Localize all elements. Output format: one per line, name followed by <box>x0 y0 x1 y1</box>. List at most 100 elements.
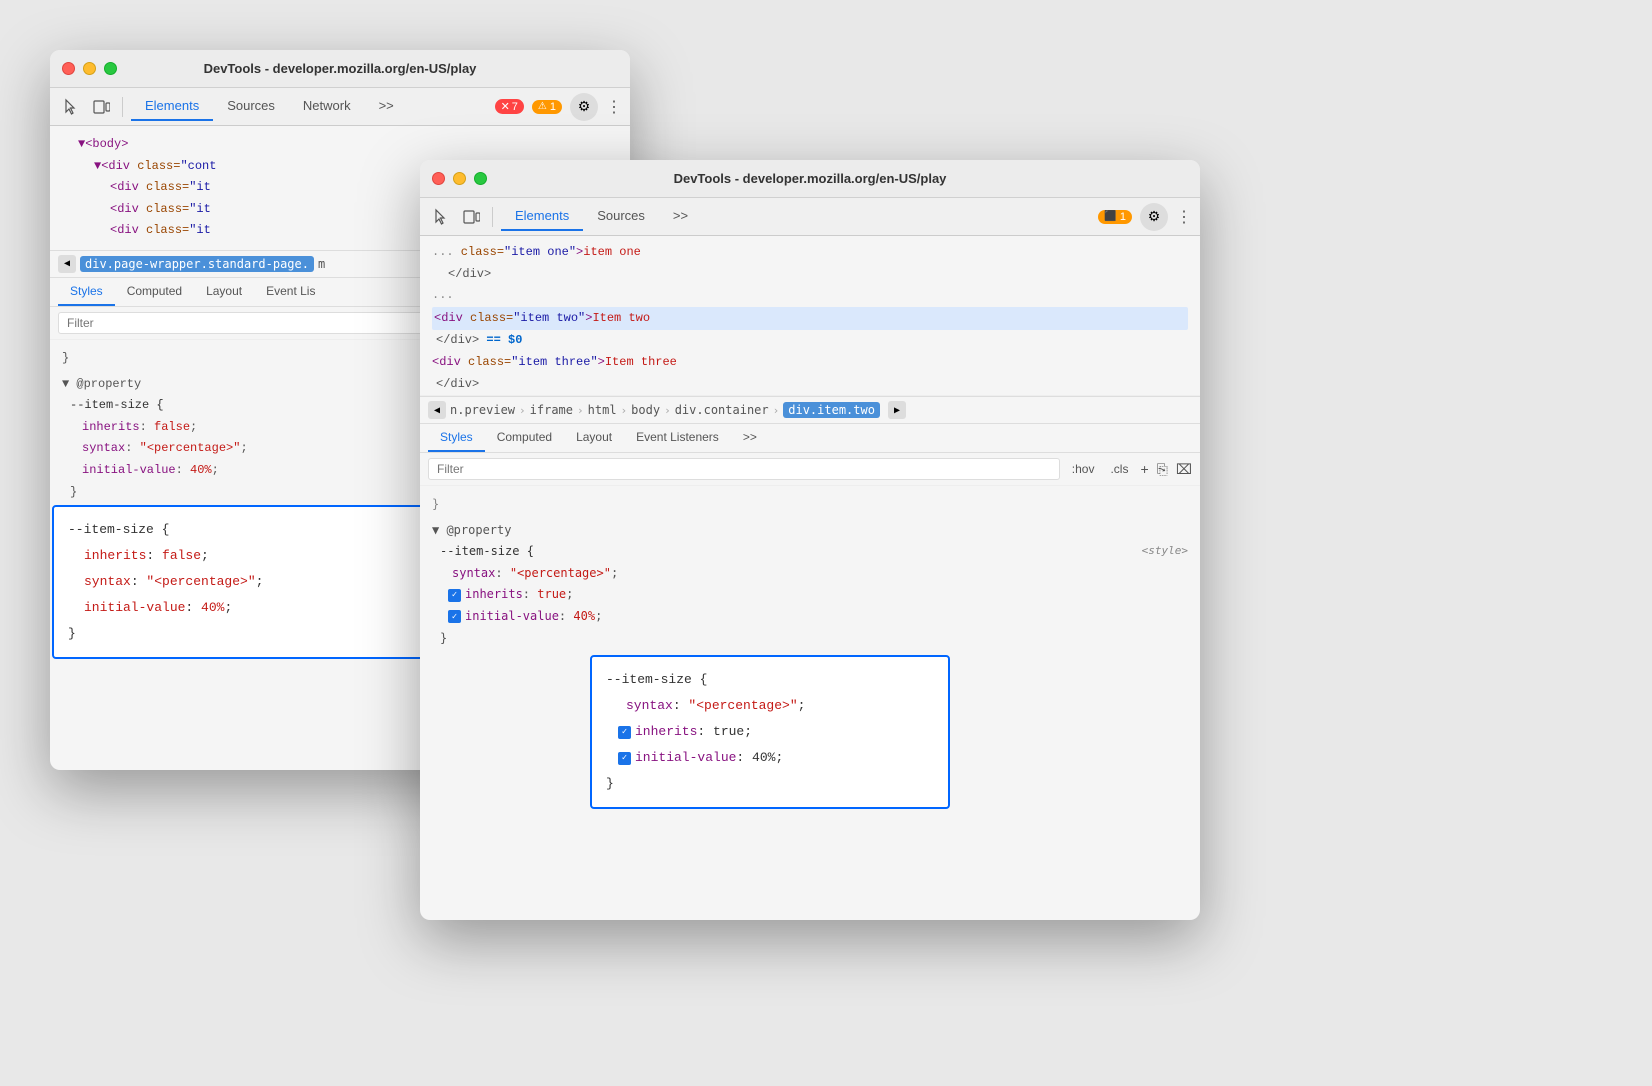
hb-inherits-cb <box>618 726 631 739</box>
add-rule-button[interactable]: + <box>1140 461 1148 477</box>
css-prop-inherits-front: inherits: true; <box>432 584 1188 606</box>
breadcrumb-item-m-back[interactable]: m <box>318 257 325 271</box>
hb-line2-front: syntax: "<percentage>"; <box>606 693 934 719</box>
html-tree-front: ... class="item one">item one </div> ...… <box>420 236 1200 396</box>
maximize-button-back[interactable] <box>104 62 117 75</box>
tab-elements-front[interactable]: Elements <box>501 202 583 231</box>
settings-button-front[interactable]: ⚙ <box>1140 203 1168 231</box>
tab-network-back[interactable]: Network <box>289 92 365 121</box>
breadcrumb-left-arrow-back[interactable]: ◀ <box>58 255 76 273</box>
tree-row-div-item-two[interactable]: <div class="item two">Item two <box>432 307 1188 331</box>
close-button-front[interactable] <box>432 172 445 185</box>
cursor-icon-front[interactable] <box>428 204 454 230</box>
tree-row-div-item-three: <div class="item three">Item three <box>432 352 1188 374</box>
breadcrumb-item-active-back[interactable]: div.page-wrapper.standard-page. <box>80 256 314 272</box>
styles-tab-computed-back[interactable]: Computed <box>115 278 194 306</box>
titlebar-back: DevTools - developer.mozilla.org/en-US/p… <box>50 50 630 88</box>
hov-button[interactable]: :hov <box>1068 460 1099 478</box>
cls-button[interactable]: .cls <box>1106 460 1132 478</box>
device-icon-back[interactable] <box>88 94 114 120</box>
minimize-button-back[interactable] <box>83 62 96 75</box>
styles-tab-layout-back[interactable]: Layout <box>194 278 254 306</box>
tab-sources-back[interactable]: Sources <box>213 92 289 121</box>
toolbar-right-back: ✕ 7 ⚠ 1 ⚙ ⋮ <box>495 93 622 121</box>
styles-tab-eventlis-back[interactable]: Event Lis <box>254 278 327 306</box>
hb-line5-back: } <box>68 621 436 647</box>
styles-tab-more-front[interactable]: >> <box>731 424 769 452</box>
tree-row-close-div3: </div> <box>432 374 1188 396</box>
tree-row-close-div1: </div> <box>432 264 1188 286</box>
css-prop-syntax-front: syntax: "<percentage>"; <box>432 563 1188 585</box>
toggle-button[interactable]: ⌧ <box>1176 461 1192 478</box>
hb-line5-front: } <box>606 771 934 797</box>
minimize-button-front[interactable] <box>453 172 466 185</box>
breadcrumb-right-arrow-front[interactable]: ▶ <box>888 401 906 419</box>
highlight-box-back: --item-size { inherits: false; syntax: "… <box>52 505 452 659</box>
device-icon-front[interactable] <box>458 204 484 230</box>
error-badge-back: ✕ 7 <box>495 99 524 114</box>
tab-elements-back[interactable]: Elements <box>131 92 213 121</box>
hb-line4-front: initial-value: 40%; <box>606 745 934 771</box>
breadcrumb-body[interactable]: body <box>631 403 660 417</box>
breadcrumb-npreview[interactable]: n.preview <box>450 403 515 417</box>
tree-row-close-div2-eq: </div> == $0 <box>432 330 1188 352</box>
warning-badge-front: ⬛ 1 <box>1098 210 1132 224</box>
initial-value-checkbox[interactable] <box>448 610 461 623</box>
hb-line2-back: inherits: false; <box>68 543 436 569</box>
hb-line1-front: --item-size { <box>606 667 934 693</box>
styles-tab-styles-front[interactable]: Styles <box>428 424 485 452</box>
at-property-front: ▼ @property <box>432 520 1188 542</box>
settings-button-back[interactable]: ⚙ <box>570 93 598 121</box>
toolbar-tabs-front: Elements Sources >> <box>501 202 1094 231</box>
traffic-lights-back <box>62 62 117 75</box>
copy-button[interactable]: ⎘ <box>1157 461 1168 478</box>
toolbar-right-front: ⬛ 1 ⚙ ⋮ <box>1098 203 1192 231</box>
devtools-toolbar-back: Elements Sources Network >> ✕ 7 ⚠ 1 ⚙ ⋮ <box>50 88 630 126</box>
styles-tab-styles-back[interactable]: Styles <box>58 278 115 306</box>
separator-1-back <box>122 97 123 117</box>
css-close-front: } <box>432 628 1188 650</box>
tab-more-back[interactable]: >> <box>365 92 408 121</box>
close-button-back[interactable] <box>62 62 75 75</box>
window-title-front: DevTools - developer.mozilla.org/en-US/p… <box>674 171 947 186</box>
traffic-lights-front <box>432 172 487 185</box>
styles-panel-front: Styles Computed Layout Event Listeners >… <box>420 424 1200 661</box>
separator-1-front <box>492 207 493 227</box>
breadcrumb-divcontainer[interactable]: div.container <box>675 403 769 417</box>
css-before-front: } <box>432 494 1188 516</box>
devtools-toolbar-front: Elements Sources >> ⬛ 1 ⚙ ⋮ <box>420 198 1200 236</box>
styles-tab-eventlis-front[interactable]: Event Listeners <box>624 424 731 452</box>
filter-row-front: :hov .cls + ⎘ ⌧ <box>420 453 1200 486</box>
css-selector-front: --item-size { <style> <box>432 541 1188 563</box>
inherits-checkbox[interactable] <box>448 589 461 602</box>
tab-sources-front[interactable]: Sources <box>583 202 659 231</box>
tree-row-body: ▼<body> <box>62 134 618 156</box>
tab-more-front[interactable]: >> <box>659 202 702 231</box>
breadcrumb-front: ◀ n.preview › iframe › html › body › div… <box>420 396 1200 424</box>
filter-input-front[interactable] <box>428 458 1060 480</box>
styles-tabs-front: Styles Computed Layout Event Listeners >… <box>420 424 1200 453</box>
hb-line3-front: inherits: true; <box>606 719 934 745</box>
toolbar-tabs-back: Elements Sources Network >> <box>131 92 491 121</box>
hb-line3-back: syntax: "<percentage>"; <box>68 569 436 595</box>
cursor-icon-back[interactable] <box>58 94 84 120</box>
tree-row-div-item-one: ... class="item one">item one <box>432 242 1188 264</box>
styles-tab-layout-front[interactable]: Layout <box>564 424 624 452</box>
warning-badge-back: ⚠ 1 <box>532 100 562 114</box>
styles-tab-computed-front[interactable]: Computed <box>485 424 564 452</box>
breadcrumb-iframe[interactable]: iframe <box>530 403 573 417</box>
highlight-box-front: --item-size { syntax: "<percentage>"; in… <box>590 655 950 809</box>
more-button-front[interactable]: ⋮ <box>1176 207 1192 227</box>
styles-content-front: } ▼ @property --item-size { <style> synt… <box>420 486 1200 661</box>
breadcrumb-left-arrow-front[interactable]: ◀ <box>428 401 446 419</box>
tree-ellipsis-front: ... <box>432 285 1188 307</box>
breadcrumb-divitemtwo[interactable]: div.item.two <box>783 402 880 418</box>
css-prop-initialvalue-front: initial-value: 40%; <box>432 606 1188 628</box>
window-title-back: DevTools - developer.mozilla.org/en-US/p… <box>204 61 477 76</box>
maximize-button-front[interactable] <box>474 172 487 185</box>
breadcrumb-html[interactable]: html <box>588 403 617 417</box>
titlebar-front: DevTools - developer.mozilla.org/en-US/p… <box>420 160 1200 198</box>
hb-initialvalue-cb <box>618 752 631 765</box>
more-button-back[interactable]: ⋮ <box>606 97 622 117</box>
hb-line4-back: initial-value: 40%; <box>68 595 436 621</box>
